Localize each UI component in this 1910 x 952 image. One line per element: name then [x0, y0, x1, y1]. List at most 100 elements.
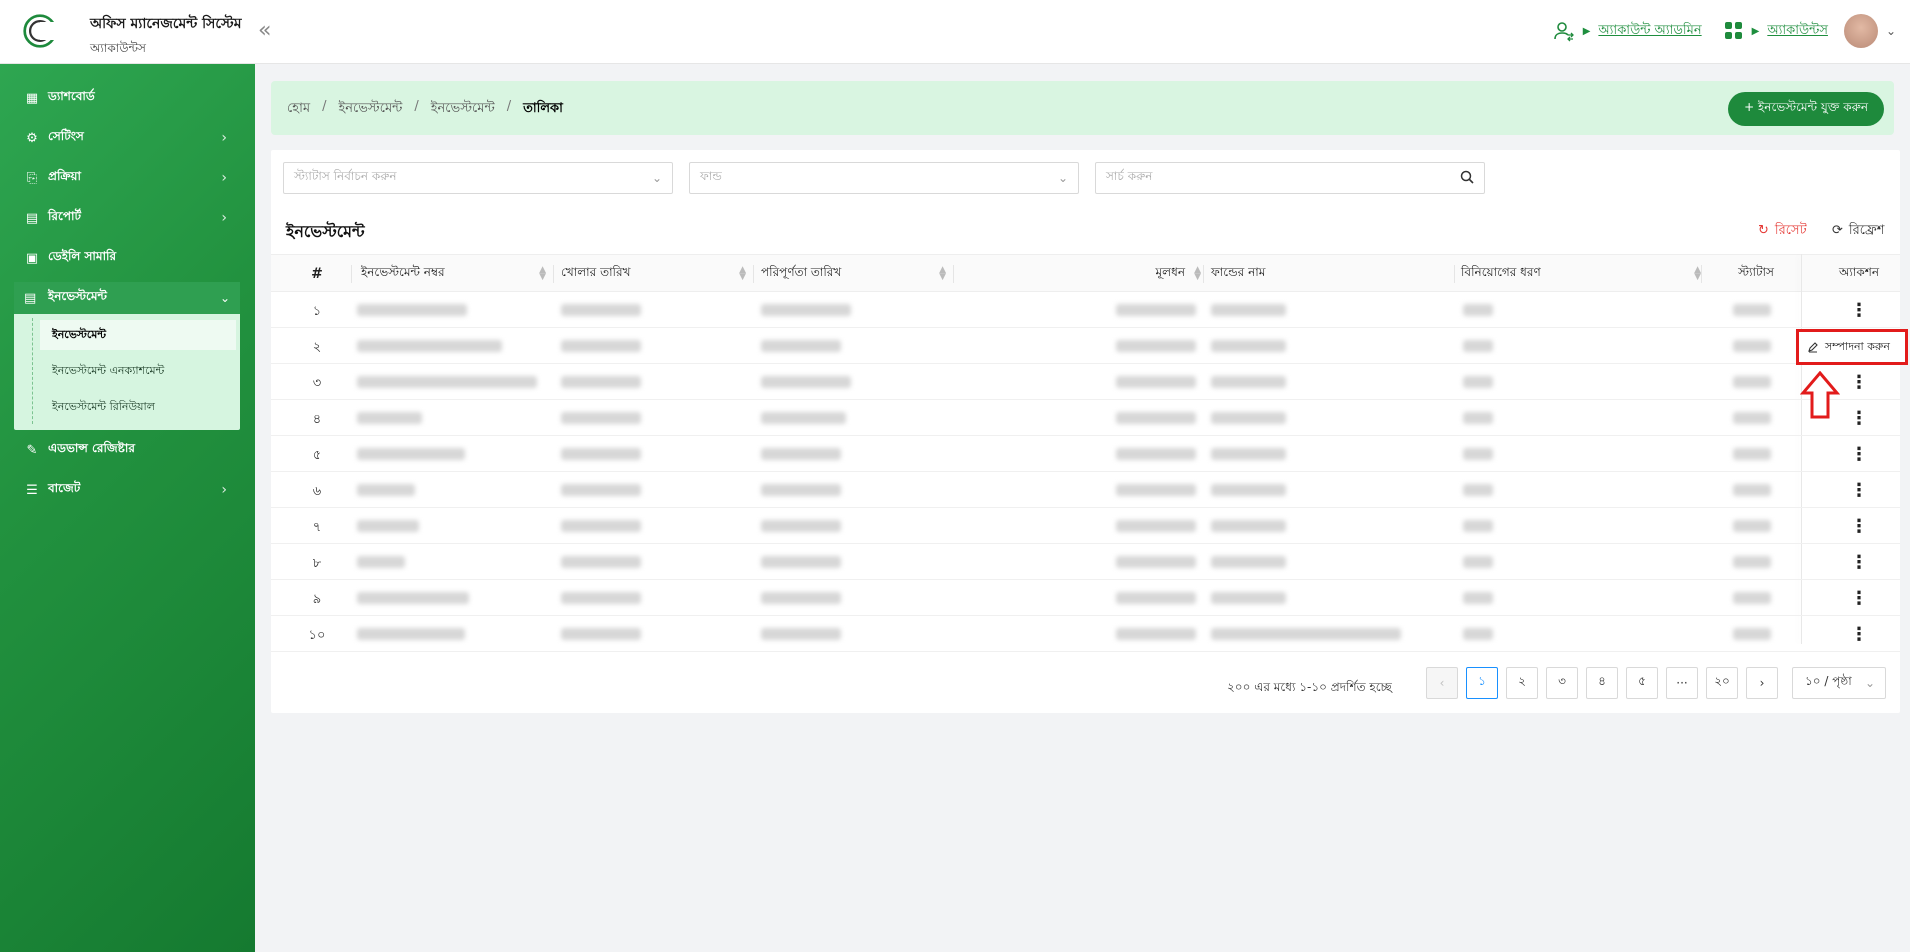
redacted-cell — [357, 412, 422, 424]
collapse-sidebar-icon[interactable]: « — [258, 18, 271, 43]
row-actions-icon[interactable]: ⋮ — [1849, 406, 1869, 430]
row-actions-icon[interactable]: ⋮ — [1849, 478, 1869, 502]
refresh-button[interactable]: ⟳ রিফ্রেশ — [1832, 221, 1884, 242]
redacted-cell — [561, 412, 641, 424]
chevron-down-icon[interactable]: ⌄ — [1886, 24, 1896, 38]
redacted-cell — [1463, 628, 1493, 640]
redacted-cell — [761, 376, 851, 388]
pagination-info: ২০০ এর মধ্যে ১-১০ প্রদর্শিত হচ্ছে — [1227, 680, 1392, 694]
redacted-cell — [761, 340, 841, 352]
sidebar-item-report[interactable]: ▤ রিপোর্ট › — [0, 198, 255, 238]
sidebar-item-settings[interactable]: ⚙ সেটিংস › — [0, 118, 255, 158]
submenu-item-investment[interactable]: ইনভেস্টমেন্ট — [40, 320, 236, 350]
row-actions-icon[interactable]: ⋮ — [1849, 514, 1869, 538]
sidebar-item-daily-summary[interactable]: ▣ ডেইলি সামারি — [0, 238, 255, 278]
redacted-cell — [357, 376, 537, 388]
reset-button[interactable]: ↻ রিসেট — [1758, 221, 1807, 242]
row-actions-icon[interactable]: ⋮ — [1849, 442, 1869, 466]
sidebar-item-process[interactable]: ⎘ প্রক্রিয়া › — [0, 158, 255, 198]
sort-icon[interactable]: ▲ ▼ — [739, 266, 746, 282]
page-size-select[interactable]: ১০ / পৃষ্ঠা ⌄ — [1792, 667, 1886, 699]
redacted-cell — [1211, 448, 1286, 460]
redacted-cell — [561, 484, 641, 496]
redacted-cell — [1211, 412, 1286, 424]
page-button[interactable]: ১ — [1466, 667, 1498, 699]
row-actions-icon[interactable]: ⋮ — [1849, 622, 1869, 646]
fund-select[interactable]: ফান্ড ⌄ — [689, 162, 1079, 194]
sidebar-item-dashboard[interactable]: ▦ ড্যাশবোর্ড — [0, 78, 255, 118]
search-input[interactable]: সার্চ করুন — [1095, 162, 1485, 194]
sidebar-item-budget[interactable]: ☰ বাজেট › — [0, 470, 255, 510]
table-header: # ইনভেস্টমেন্ট নম্বর ▲ ▼ খোলার তারিখ ▲ ▼ প… — [271, 254, 1900, 292]
breadcrumb-investment[interactable]: ইনভেস্টমেন্ট — [338, 99, 402, 120]
sort-icon[interactable]: ▲ ▼ — [539, 266, 546, 282]
sort-icon[interactable]: ▲ ▼ — [1694, 266, 1701, 282]
user-switch-icon[interactable] — [1553, 20, 1575, 42]
col-investment-number[interactable]: ইনভেস্টমেন্ট নম্বর ▲ ▼ — [361, 255, 556, 293]
next-page-button[interactable]: › — [1746, 667, 1778, 699]
register-icon: ✎ — [26, 442, 38, 458]
page-button[interactable]: ৫ — [1626, 667, 1658, 699]
col-index: # — [311, 266, 323, 282]
redacted-cell — [357, 592, 469, 604]
reset-icon: ↻ — [1758, 223, 1769, 238]
sidebar-item-investment[interactable]: ▤ ইনভেস্টমেন্ট ⌄ — [14, 282, 240, 314]
col-label: মূলধন — [1155, 265, 1186, 279]
col-principal[interactable]: মূলধন ▲ ▼ — [961, 255, 1211, 293]
submenu-item-encashment[interactable]: ইনভেস্টমেন্ট এনক্যাশমেন্ট — [40, 356, 236, 386]
page-button[interactable]: ৩ — [1546, 667, 1578, 699]
row-actions-icon[interactable]: ⋮ — [1849, 370, 1869, 394]
reset-label: রিসেট — [1774, 223, 1807, 238]
breadcrumb-investment-sub[interactable]: ইনভেস্টমেন্ট — [431, 99, 495, 120]
breadcrumb-home[interactable]: হোম — [287, 99, 310, 120]
caret-right-icon: ▶ — [1582, 25, 1591, 37]
edit-menu-item[interactable]: সম্পাদনা করুন — [1796, 329, 1908, 365]
column-divider — [351, 265, 352, 283]
sidebar-group-investment: ▤ ইনভেস্টমেন্ট ⌄ ইনভেস্টমেন্ট ইনভেস্টমেন… — [14, 282, 240, 430]
redacted-cell — [761, 628, 841, 640]
breadcrumb-current: তালিকা — [523, 101, 563, 116]
redacted-cell — [761, 556, 841, 568]
redacted-cell — [761, 592, 841, 604]
redacted-cell — [1211, 340, 1286, 352]
gear-icon: ⚙ — [26, 130, 38, 146]
redacted-cell — [357, 520, 419, 532]
redacted-cell — [1116, 412, 1196, 424]
sort-icon[interactable]: ▲ ▼ — [1194, 266, 1201, 282]
chevron-right-icon: › — [221, 210, 227, 226]
redacted-cell — [1463, 592, 1493, 604]
prev-page-button[interactable]: ‹ — [1426, 667, 1458, 699]
row-actions-icon[interactable]: ⋮ — [1849, 550, 1869, 574]
col-investment-type[interactable]: বিনিয়োগের ধরণ ▲ ▼ — [1461, 255, 1711, 293]
investment-list-card: স্ট্যাটাস নির্বাচন করুন ⌄ ফান্ড ⌄ সার্চ … — [271, 150, 1900, 713]
breadcrumb-bar: হোম / ইনভেস্টমেন্ট / ইনভেস্টমেন্ট / তালি… — [271, 81, 1894, 135]
sort-icon[interactable]: ▲ ▼ — [939, 266, 946, 282]
chevron-left-icon: ‹ — [1439, 676, 1445, 690]
sidebar-item-advance-register[interactable]: ✎ এডভান্স রেজিষ্টার — [0, 430, 255, 470]
search-placeholder: সার্চ করুন — [1106, 169, 1153, 183]
status-select[interactable]: স্ট্যাটাস নির্বাচন করুন ⌄ — [283, 162, 673, 194]
page-button[interactable]: ২০ — [1706, 667, 1738, 699]
account-admin-link[interactable]: অ্যাকাউন্ট অ্যাডমিন — [1598, 21, 1701, 42]
sidebar-item-label: ড্যাশবোর্ড — [48, 89, 95, 103]
col-maturity-date[interactable]: পরিপূর্ণতা তারিখ ▲ ▼ — [761, 255, 956, 293]
redacted-cell — [561, 304, 641, 316]
page-ellipsis[interactable]: ··· — [1666, 667, 1698, 699]
redacted-cell — [1733, 448, 1771, 460]
col-opening-date[interactable]: খোলার তারিখ ▲ ▼ — [561, 255, 756, 293]
submenu-item-renewal[interactable]: ইনভেস্টমেন্ট রিনিউয়াল — [40, 392, 236, 422]
accounts-module-link[interactable]: অ্যাকাউন্টস — [1767, 21, 1828, 42]
row-actions-icon[interactable]: ⋮ — [1849, 298, 1869, 322]
page-button[interactable]: ২ — [1506, 667, 1538, 699]
add-investment-button[interactable]: + ইনভেস্টমেন্ট যুক্ত করুন — [1728, 92, 1884, 126]
avatar[interactable] — [1843, 14, 1878, 48]
row-actions-icon[interactable]: ⋮ — [1849, 586, 1869, 610]
apps-grid-icon[interactable] — [1724, 21, 1744, 41]
search-icon[interactable] — [1460, 170, 1474, 184]
column-divider — [953, 265, 954, 283]
sidebar-item-label: প্রক্রিয়া — [48, 169, 81, 183]
page-button[interactable]: ৪ — [1586, 667, 1618, 699]
column-divider — [1454, 265, 1455, 283]
list-title: ইনভেস্টমেন্ট — [286, 222, 365, 241]
redacted-cell — [761, 520, 841, 532]
